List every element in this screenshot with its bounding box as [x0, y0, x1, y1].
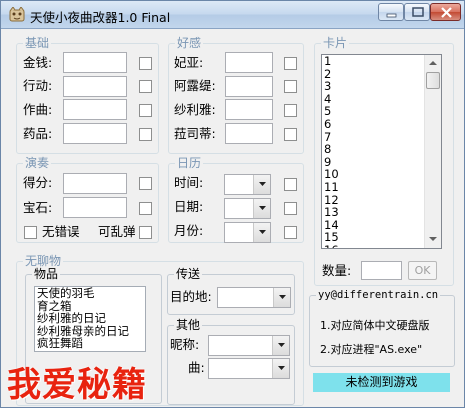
watermark-text: 我爱秘籍: [7, 365, 147, 405]
cards-scrollbar[interactable]: [424, 55, 441, 248]
compose-input[interactable]: [63, 99, 127, 120]
close-button[interactable]: [430, 3, 461, 21]
title-bar[interactable]: 天使小夜曲改器1.0 Final: [1, 1, 464, 29]
saria-label: 纱利雅:: [174, 102, 216, 117]
note-line-2: 2.对应进程"AS.exe": [320, 343, 423, 356]
list-item[interactable]: 纱利雅的日记: [35, 312, 145, 325]
score-label: 得分:: [23, 175, 53, 190]
chevron-down-icon: [279, 295, 286, 299]
compose-label: 作曲:: [23, 102, 53, 117]
lasti-lock-checkbox[interactable]: [284, 128, 297, 141]
money-lock-checkbox[interactable]: [139, 57, 152, 70]
no-error-checkbox[interactable]: [24, 226, 37, 239]
chevron-down-icon: [259, 230, 266, 234]
close-icon: [441, 7, 452, 18]
action-label: 行动:: [23, 78, 53, 93]
list-item[interactable]: 天使的羽毛: [35, 287, 145, 300]
ok-button[interactable]: OK: [408, 261, 437, 280]
card-count-input[interactable]: [361, 261, 402, 280]
saria-input[interactable]: [225, 99, 273, 120]
nickname-select[interactable]: [208, 335, 290, 356]
chevron-down-icon: [278, 366, 285, 370]
date-label: 日期:: [174, 199, 204, 214]
chevron-down-icon: [259, 206, 266, 210]
destination-label: 目的地:: [170, 289, 212, 304]
fia-input[interactable]: [225, 52, 273, 73]
lasti-input[interactable]: [225, 123, 273, 144]
destination-select[interactable]: [217, 287, 291, 308]
card-count-label: 数量:: [322, 263, 352, 278]
maximize-icon: [412, 7, 424, 17]
month-select[interactable]: [224, 222, 271, 243]
month-lock-checkbox[interactable]: [284, 226, 297, 239]
lasti-label: 菈司蒂:: [174, 126, 216, 141]
window-title: 天使小夜曲改器1.0 Final: [30, 10, 171, 25]
nickname-label: 昵称:: [170, 337, 200, 352]
chevron-up-icon: [429, 61, 437, 65]
minimize-icon: [386, 13, 397, 18]
gem-input[interactable]: [63, 197, 127, 218]
action-lock-checkbox[interactable]: [139, 80, 152, 93]
other-legend: 其他: [174, 318, 203, 332]
chevron-down-icon: [429, 237, 437, 241]
note-line-1: 1.对应简体中文硬盘版: [320, 319, 430, 332]
maximize-button[interactable]: [404, 3, 430, 21]
saria-lock-checkbox[interactable]: [284, 104, 297, 117]
calendar-legend: 日历: [175, 156, 204, 170]
arutie-lock-checkbox[interactable]: [284, 80, 297, 93]
arutie-input[interactable]: [225, 76, 273, 97]
random-play-checkbox[interactable]: [139, 226, 152, 239]
teleport-legend: 传送: [174, 267, 203, 281]
time-select[interactable]: [224, 174, 271, 195]
cards-legend: 卡片: [321, 36, 350, 50]
no-error-label: 无错误: [42, 224, 80, 239]
chevron-down-icon: [259, 182, 266, 186]
medicine-label: 药品:: [23, 126, 53, 141]
score-lock-checkbox[interactable]: [139, 177, 152, 190]
time-label: 时间:: [174, 175, 204, 190]
main-window: 天使小夜曲改器1.0 Final 基础 金钱: 行动: 作曲: 药品: 好感 妃…: [0, 0, 465, 408]
fia-label: 妃亚:: [174, 55, 204, 70]
game-status: 未检测到游戏: [313, 373, 450, 392]
score-input[interactable]: [63, 173, 127, 194]
cards-listbox[interactable]: 12345678910111213141516: [321, 54, 442, 249]
minimize-button[interactable]: [378, 3, 404, 21]
client-area: 基础 金钱: 行动: 作曲: 药品: 好感 妃亚: 阿露缇: 纱利雅: 菈司蒂:…: [4, 30, 461, 406]
second-label: 曲:: [188, 360, 205, 375]
gem-lock-checkbox[interactable]: [139, 202, 152, 215]
medicine-input[interactable]: [63, 123, 127, 144]
email-legend: yy@differentrain.cn: [316, 288, 441, 302]
date-lock-checkbox[interactable]: [284, 202, 297, 215]
time-lock-checkbox[interactable]: [284, 178, 297, 191]
favor-legend: 好感: [175, 36, 204, 50]
list-item[interactable]: 疯狂舞蹈: [35, 337, 145, 350]
items-legend: 物品: [32, 267, 61, 281]
compose-lock-checkbox[interactable]: [139, 104, 152, 117]
app-icon: [9, 7, 25, 22]
scroll-down-button[interactable]: [425, 231, 441, 248]
month-label: 月份:: [174, 223, 204, 238]
second-select[interactable]: [208, 358, 290, 379]
misc-legend: 无聊物: [23, 254, 64, 268]
scroll-thumb[interactable]: [426, 72, 440, 89]
basics-legend: 基础: [23, 36, 52, 50]
medicine-lock-checkbox[interactable]: [139, 128, 152, 141]
money-label: 金钱:: [23, 55, 53, 70]
date-select[interactable]: [224, 198, 271, 219]
items-list: 天使的羽毛 育之箱 纱利雅的日记 纱利雅母亲的日记 疯狂舞蹈: [35, 287, 145, 350]
random-play-label: 可乱弹: [98, 224, 136, 239]
perform-legend: 演奏: [23, 156, 52, 170]
scroll-up-button[interactable]: [425, 55, 441, 72]
money-input[interactable]: [63, 52, 127, 73]
gem-label: 宝石:: [23, 200, 53, 215]
items-listbox[interactable]: 天使的羽毛 育之箱 纱利雅的日记 纱利雅母亲的日记 疯狂舞蹈: [34, 286, 146, 352]
chevron-down-icon: [278, 343, 285, 347]
arutie-label: 阿露缇:: [174, 78, 216, 93]
action-input[interactable]: [63, 76, 127, 97]
fia-lock-checkbox[interactable]: [284, 57, 297, 70]
